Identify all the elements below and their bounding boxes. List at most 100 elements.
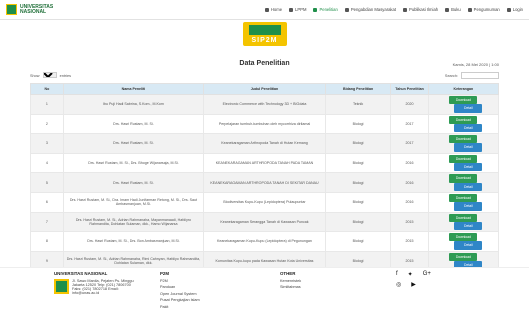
cell-tahun: 2015	[390, 231, 429, 252]
detail-button[interactable]: Detail	[454, 182, 483, 191]
youtube-icon[interactable]: ▶	[411, 281, 416, 288]
cell-nama: Drs. Hasri Rustam, M. Si., Drs. Bhoge Wi…	[62, 152, 205, 174]
download-button[interactable]: Download	[449, 174, 478, 183]
cell-judul: Keanekaragaman Serangga Tanah di Kawasan…	[203, 211, 326, 233]
column-header[interactable]: Keterangan	[427, 83, 500, 95]
footer-other: OTHER Kemenristek Simlitabmas	[280, 271, 350, 292]
cell-judul: Perpelajaran tumbuh-tumbuhan oleh mycorr…	[203, 113, 326, 135]
table-body: 1 Ibu Puji Hadi Sabrina, S.Kom., M.Kom Ele…	[30, 94, 500, 291]
cell-bidang: Biologi	[324, 152, 392, 174]
page-size-control: Show 10 entries	[30, 72, 71, 79]
footer-p2m-link[interactable]: Pusat Pengkajian Islam	[160, 298, 230, 302]
nav-link-label: LPPM	[295, 7, 307, 12]
page-size-select[interactable]: 10	[42, 72, 57, 78]
download-button[interactable]: Download	[449, 135, 478, 144]
column-header[interactable]: No	[30, 83, 64, 95]
table-header-row: No Nama Peneliti Judul Penelitian Bidang Pe…	[30, 83, 500, 95]
column-header[interactable]: Bidang Penelitian	[324, 83, 392, 95]
footer-p2m-link[interactable]: Pakit	[160, 305, 230, 309]
table-row: 1 Ibu Puji Hadi Sabrina, S.Kom., M.Kom Ele…	[30, 94, 500, 115]
search-control: Search:	[445, 72, 499, 79]
download-button[interactable]: Download	[449, 115, 478, 124]
nav-link-login[interactable]: Login	[506, 7, 523, 12]
cell-bidang: Biologi	[324, 113, 392, 135]
university-logo-icon	[6, 4, 17, 15]
cell-bidang: Biologi	[324, 133, 392, 154]
footer-p2m-title: P2M	[160, 271, 170, 276]
footer-university-title: UNIVERSITAS NASIONAL	[54, 271, 108, 276]
cell-judul: Biodiversitas Kupu-Kupu (Lepidoptera) Pu…	[203, 191, 326, 213]
footer-p2m: P2M P2M Panduan Open Journal System Pusa…	[160, 271, 230, 311]
cell-bidang: Biologi	[324, 211, 392, 233]
google-plus-icon[interactable]: G+	[423, 271, 431, 278]
hero: SIP2M	[0, 20, 529, 48]
download-button[interactable]: Download	[449, 154, 478, 164]
nav-link-pengabdian-masyarakat[interactable]: Pengabdian Masyarakat	[344, 7, 396, 12]
footer-other-link[interactable]: Kemenristek	[280, 279, 350, 283]
footer-p2m-link[interactable]: Panduan	[160, 285, 230, 289]
table-row: 2 Drs. Hasri Rustam, M. Si. Perpelajaran t…	[30, 113, 500, 135]
nav-link-publikasi-ilmiah[interactable]: Publikasi Ilmiah	[403, 7, 438, 12]
twitter-icon[interactable]: ✦	[408, 271, 413, 278]
table-row: 5 Drs. Hasri Rustam, M. Si. KEANEKARAGAMAN…	[30, 172, 500, 193]
search-input[interactable]	[461, 72, 499, 79]
cell-nama: Drs. Hasri Rustam, M. Si.	[62, 133, 205, 154]
cell-nama: Ibu Puji Hadi Sabrina, S.Kom., M.Kom	[62, 94, 205, 115]
cell-bidang: Biologi	[324, 231, 392, 252]
nav-link-buku[interactable]: Buku	[445, 7, 461, 12]
column-header[interactable]: Judul Penelitian	[203, 83, 326, 95]
book-icon	[445, 7, 450, 12]
detail-button[interactable]: Detail	[454, 104, 483, 113]
download-button[interactable]: Download	[449, 213, 478, 222]
cell-tahun: 2016	[390, 152, 429, 174]
detail-button[interactable]: Detail	[454, 143, 483, 152]
footer-social-row2: ◎ ▶	[396, 281, 416, 288]
cell-nama: Drs. Hasri Rustam, M. Si., Drs. Bon Amba…	[62, 231, 205, 252]
detail-button[interactable]: Detail	[454, 241, 483, 250]
home-icon	[264, 7, 269, 12]
column-header[interactable]: Nama Peneliti	[62, 83, 205, 95]
nav-link-label: Pengumuman	[473, 7, 500, 12]
cell-actions: DownloadDetail	[427, 231, 500, 252]
footer-logo-icon	[54, 279, 69, 294]
cell-no: 4	[30, 152, 64, 174]
facebook-icon[interactable]: f	[396, 271, 398, 278]
cell-no: 3	[30, 133, 64, 154]
nav-link-lppm[interactable]: LPPM	[289, 7, 306, 12]
footer-social: f ✦ G+	[396, 271, 431, 278]
cell-tahun: 2017	[390, 133, 429, 154]
cell-judul: KEANEKARAGAMAN ARTHROPODA TANAH PADA TAM…	[203, 152, 326, 174]
detail-button[interactable]: Detail	[454, 163, 483, 172]
brand[interactable]: UNIVERSITAS NASIONAL	[6, 4, 78, 15]
footer-p2m-link[interactable]: P2M	[160, 279, 230, 283]
column-header[interactable]: Tahun Penelitian	[390, 83, 429, 95]
publication-icon	[403, 7, 408, 12]
nav-link-label: Buku	[451, 7, 461, 12]
nav-link-pengumuman[interactable]: Pengumuman	[467, 7, 500, 12]
page-title: Data Penelitian	[239, 60, 290, 67]
cell-tahun: 2015	[390, 211, 429, 233]
cell-no: 7	[30, 211, 64, 233]
footer-other-link[interactable]: Simlitabmas	[280, 285, 350, 289]
nav-links: Home LPPM Penelitian Pengabdian Masyarakat P…	[264, 7, 523, 12]
cell-nama: Drs. Hasri Rustam, M. Si.	[62, 172, 205, 193]
detail-button[interactable]: Detail	[454, 221, 483, 231]
table-row: 8 Drs. Hasri Rustam, M. Si., Drs. Bon Amb…	[30, 231, 500, 252]
download-button[interactable]: Download	[449, 233, 478, 242]
download-button[interactable]: Download	[449, 96, 478, 105]
download-button[interactable]: Download	[449, 252, 478, 262]
user-icon	[506, 7, 511, 12]
detail-button[interactable]: Detail	[454, 123, 483, 133]
footer-other-title: OTHER	[280, 271, 296, 276]
table-controls: Show 10 entries Search:	[30, 72, 499, 79]
table-row: 7 Drs. Hasri Rustam, M. Si., Adrian Rahma…	[30, 211, 500, 233]
instagram-icon[interactable]: ◎	[396, 281, 401, 288]
footer-p2m-link[interactable]: Open Journal System	[160, 292, 230, 296]
cell-no: 2	[30, 113, 64, 135]
main-content: Kamis, 28 Mei 2020 | 1:00 Data Penelitia…	[0, 60, 529, 301]
research-table: No Nama Peneliti Judul Penelitian Bidang Pe…	[30, 83, 500, 291]
nav-link-home[interactable]: Home	[264, 7, 282, 12]
download-button[interactable]: Download	[449, 193, 478, 203]
nav-link-penelitian[interactable]: Penelitian	[313, 7, 338, 12]
detail-button[interactable]: Detail	[454, 202, 483, 211]
